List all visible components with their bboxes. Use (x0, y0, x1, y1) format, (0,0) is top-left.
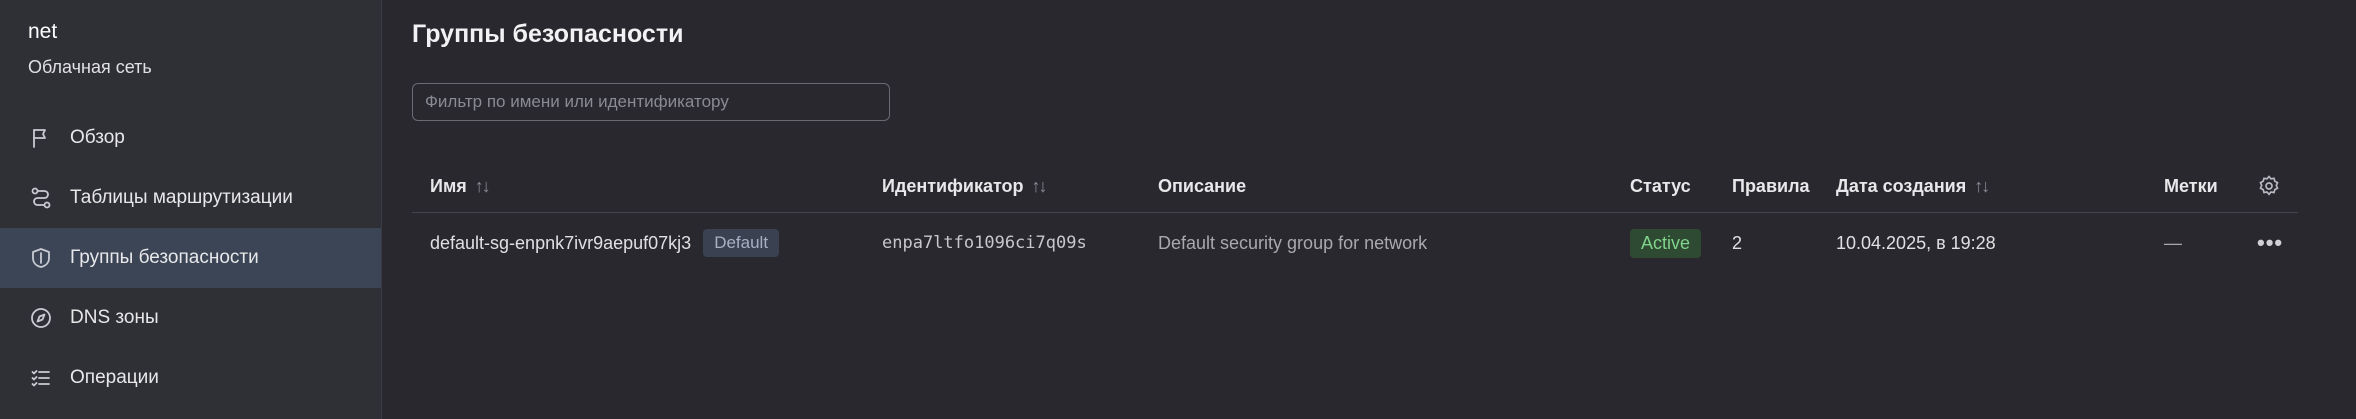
table-header: Имя ↑↓ Идентификатор ↑↓ Описание Статус … (412, 160, 2298, 213)
created-date: 10.04.2025, в 19:28 (1836, 232, 1996, 253)
security-group-description: Default security group for network (1158, 232, 1428, 253)
sidebar-nav: Обзор Таблицы маршрутизации Группы безоп… (0, 108, 381, 408)
security-groups-table: Имя ↑↓ Идентификатор ↑↓ Описание Статус … (412, 160, 2298, 273)
sort-icon[interactable]: ↑↓ (1974, 176, 1990, 197)
column-rules: Правила (1732, 175, 1810, 196)
sidebar-item-label: Операции (70, 367, 159, 388)
route-icon (28, 185, 54, 211)
sidebar-item-label: DNS зоны (70, 307, 159, 328)
filter-input[interactable] (412, 83, 890, 121)
column-status: Статус (1630, 175, 1691, 196)
app-window: net Облачная сеть Обзор Таблицы маршрути… (0, 0, 2356, 419)
row-name-cell: default-sg-enpnk7ivr9aepuf07kj3 Default (430, 229, 780, 257)
sort-icon[interactable]: ↑↓ (1032, 176, 1048, 197)
sidebar-item-operations[interactable]: Операции (0, 348, 381, 408)
status-cell: Active (1630, 228, 1702, 258)
compass-icon (28, 305, 54, 331)
table-row[interactable]: default-sg-enpnk7ivr9aepuf07kj3 Default … (412, 213, 2298, 273)
page-title: Группы безопасности (412, 20, 684, 48)
network-name: net (28, 20, 58, 43)
more-actions-icon[interactable]: ••• (2257, 230, 2283, 256)
column-name[interactable]: Имя ↑↓ (430, 176, 491, 197)
security-group-name[interactable]: default-sg-enpnk7ivr9aepuf07kj3 (430, 233, 691, 254)
security-group-id: enpa7ltfo1096ci7q09s (882, 233, 1087, 253)
sort-icon[interactable]: ↑↓ (475, 176, 491, 197)
gear-icon[interactable] (2257, 174, 2281, 198)
sidebar-header: net Облачная сеть (0, 0, 381, 96)
sidebar-item-overview[interactable]: Обзор (0, 108, 381, 168)
sidebar-item-label: Группы безопасности (70, 247, 259, 268)
sidebar-item-label: Обзор (70, 127, 125, 148)
rules-count: 2 (1732, 232, 1743, 253)
main-content: Группы безопасности Имя ↑↓ Идентификатор… (382, 0, 2356, 419)
shield-icon (28, 245, 54, 271)
sidebar: net Облачная сеть Обзор Таблицы маршрути… (0, 0, 382, 419)
default-badge: Default (703, 229, 780, 257)
column-description: Описание (1158, 175, 1247, 196)
column-tags: Метки (2164, 175, 2218, 196)
sidebar-item-label: Таблицы маршрутизации (70, 187, 293, 208)
tags-cell: — (2164, 232, 2182, 253)
service-name: Облачная сеть (28, 57, 152, 77)
sidebar-item-security-groups[interactable]: Группы безопасности (0, 228, 381, 288)
column-id[interactable]: Идентификатор ↑↓ (882, 176, 1048, 197)
flag-icon (28, 125, 54, 151)
column-created[interactable]: Дата создания ↑↓ (1836, 176, 1990, 197)
sidebar-item-route-tables[interactable]: Таблицы маршрутизации (0, 168, 381, 228)
sidebar-item-dns-zones[interactable]: DNS зоны (0, 288, 381, 348)
list-icon (28, 365, 54, 391)
status-badge: Active (1630, 228, 1702, 258)
